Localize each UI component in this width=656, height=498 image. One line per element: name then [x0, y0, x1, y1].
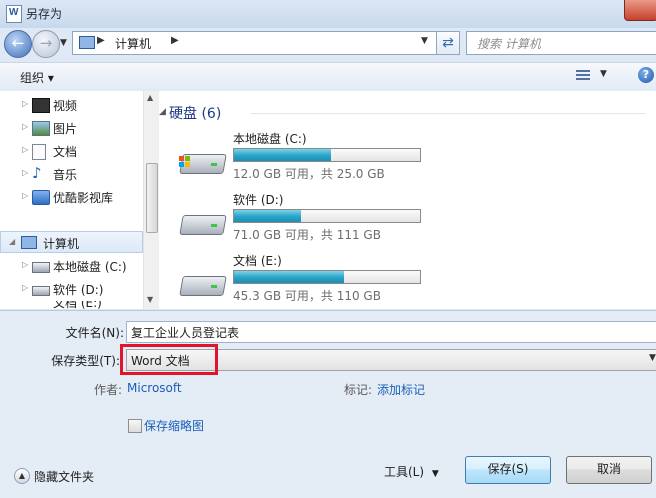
scroll-down-icon[interactable]: ▼ [147, 295, 153, 304]
author-label: 作者: [93, 383, 122, 397]
drive-icon [32, 286, 50, 296]
file-list-pane: ◢ 硬盘 (6) 本地磁盘 (C:) 12.0 GB 可用，共 25.0 GB … [159, 91, 656, 309]
window-title: 另存为 [26, 7, 63, 21]
nav-item-videos[interactable]: ▷ 视频 [0, 94, 143, 116]
save-thumbnail-label[interactable]: 保存缩略图 [144, 417, 204, 434]
nav-item-label: 软件 (D:) [53, 283, 104, 297]
expand-icon[interactable]: ▷ [22, 99, 28, 108]
filename-input[interactable]: 复工企业人员登记表 [126, 321, 656, 343]
chevron-up-icon[interactable]: ▲ [14, 468, 30, 484]
system-drive-icon [179, 146, 227, 176]
nav-item-label: 图片 [53, 122, 78, 136]
nav-item-label: 本地磁盘 (C:) [53, 260, 127, 274]
tools-menu[interactable]: 工具(L) ▼ [384, 463, 439, 480]
chevron-down-icon[interactable]: ▼ [649, 353, 656, 363]
save-button[interactable]: 保存(S) [465, 456, 551, 484]
back-button[interactable]: ← [4, 30, 32, 58]
nav-item-label: 文档 (E:) [53, 301, 102, 309]
filename-label: 文件名(N): [65, 326, 124, 340]
nav-item-label: 计算机 [43, 237, 80, 251]
video-library-icon [32, 98, 50, 113]
drive-item-e[interactable]: 文档 (E:) 45.3 GB 可用，共 110 GB [179, 252, 439, 310]
drive-item-c[interactable]: 本地磁盘 (C:) 12.0 GB 可用，共 25.0 GB [179, 130, 439, 188]
hide-folders-button[interactable]: 隐藏文件夹 [34, 468, 94, 485]
nav-item-label: 优酷影视库 [53, 191, 114, 205]
save-thumbnail-checkbox[interactable] [128, 419, 142, 433]
highlight-box [120, 344, 218, 375]
computer-icon [21, 236, 37, 249]
address-bar[interactable]: ▶ 计算机 ▶ ▼ [72, 31, 460, 55]
recent-locations-dropdown[interactable]: ▼ [60, 38, 67, 48]
search-input[interactable]: 搜索 计算机 [466, 31, 656, 55]
drive-item-d[interactable]: 软件 (D:) 71.0 GB 可用，共 111 GB [179, 191, 439, 249]
scroll-up-icon[interactable]: ▲ [147, 93, 153, 102]
drive-icon [179, 207, 227, 237]
navigation-pane: ▷ 视频 ▷ 图片 ▷ 文档 ▷ ♪ 音乐 ▷ 优酷影视库 ◢ 计算机 ▷ 本地… [0, 91, 159, 309]
drive-usage-bar [233, 270, 421, 284]
forward-button[interactable]: → [32, 30, 60, 58]
expand-icon[interactable]: ▷ [22, 260, 28, 269]
title-bar: 另存为 [0, 0, 656, 28]
tools-label: 工具(L) [384, 465, 425, 479]
add-tags-link[interactable]: 添加标记 [377, 381, 425, 398]
close-button[interactable] [624, 0, 656, 21]
filetype-label: 保存类型(T): [51, 354, 120, 368]
group-collapse-icon[interactable]: ◢ [159, 107, 166, 117]
view-dropdown[interactable]: ▼ [600, 69, 607, 79]
help-icon[interactable]: ? [638, 67, 654, 83]
breadcrumb-computer[interactable]: 计算机 [115, 35, 151, 52]
collapse-icon[interactable]: ◢ [9, 237, 15, 246]
refresh-button[interactable]: ⇄ [436, 31, 460, 55]
search-placeholder: 搜索 计算机 [477, 37, 541, 51]
author-value[interactable]: Microsoft [127, 381, 182, 395]
nav-item-label: 音乐 [53, 168, 78, 182]
nav-item-label: 视频 [53, 99, 78, 113]
drive-icon [179, 268, 227, 298]
view-options-icon[interactable] [576, 70, 590, 82]
scrollbar-thumb[interactable] [146, 163, 158, 233]
organize-menu[interactable]: 组织 ▾ [20, 69, 54, 86]
drive-usage-bar [233, 209, 421, 223]
nav-pane-scrollbar[interactable]: ▲ ▼ [143, 91, 159, 309]
expand-icon[interactable]: ▷ [22, 191, 28, 200]
drive-space-info: 71.0 GB 可用，共 111 GB [233, 228, 381, 242]
drive-space-info: 45.3 GB 可用，共 110 GB [233, 289, 381, 303]
group-header-hard-disks[interactable]: 硬盘 (6) [169, 103, 221, 123]
nav-item-documents[interactable]: ▷ 文档 [0, 140, 143, 162]
nav-item-label: 文档 [53, 145, 78, 159]
drive-name: 文档 (E:) [233, 254, 282, 268]
chevron-down-icon: ▼ [431, 469, 439, 479]
chevron-right-icon[interactable]: ▶ [171, 35, 179, 46]
nav-item-youku[interactable]: ▷ 优酷影视库 [0, 186, 143, 208]
drive-name: 本地磁盘 (C:) [233, 132, 307, 146]
expand-icon[interactable]: ▷ [22, 283, 28, 292]
computer-icon [79, 36, 95, 49]
address-dropdown[interactable]: ▼ [421, 36, 428, 46]
expand-icon[interactable]: ▷ [22, 122, 28, 131]
drive-name: 软件 (D:) [233, 193, 284, 207]
documents-library-icon [32, 144, 46, 160]
youku-library-icon [32, 190, 50, 205]
nav-item-drive-c[interactable]: ▷ 本地磁盘 (C:) [0, 255, 143, 277]
pictures-library-icon [32, 121, 50, 136]
nav-item-music[interactable]: ▷ ♪ 音乐 [0, 163, 143, 185]
drive-space-info: 12.0 GB 可用，共 25.0 GB [233, 167, 385, 181]
expand-icon[interactable]: ▷ [22, 168, 28, 177]
music-library-icon: ♪ [32, 164, 42, 182]
drive-usage-bar [233, 148, 421, 162]
filename-value: 复工企业人员登记表 [131, 326, 240, 340]
expand-icon[interactable]: ▷ [22, 145, 28, 154]
system-drive-icon [32, 262, 50, 273]
group-divider [251, 113, 646, 114]
nav-item-drive-e[interactable]: 文档 (E:) [0, 301, 143, 309]
nav-item-drive-d[interactable]: ▷ 软件 (D:) [0, 278, 143, 300]
tags-label: 标记: [343, 383, 372, 397]
nav-item-pictures[interactable]: ▷ 图片 [0, 117, 143, 139]
nav-item-computer[interactable]: ◢ 计算机 [0, 231, 143, 253]
word-app-icon [6, 5, 22, 23]
save-options-panel: 文件名(N): 复工企业人员登记表 保存类型(T): Word 文档 ▼ 作者:… [0, 310, 656, 498]
command-bar: 组织 ▾ ▼ ? [0, 62, 656, 92]
cancel-button[interactable]: 取消 [566, 456, 652, 484]
chevron-right-icon[interactable]: ▶ [97, 35, 105, 46]
